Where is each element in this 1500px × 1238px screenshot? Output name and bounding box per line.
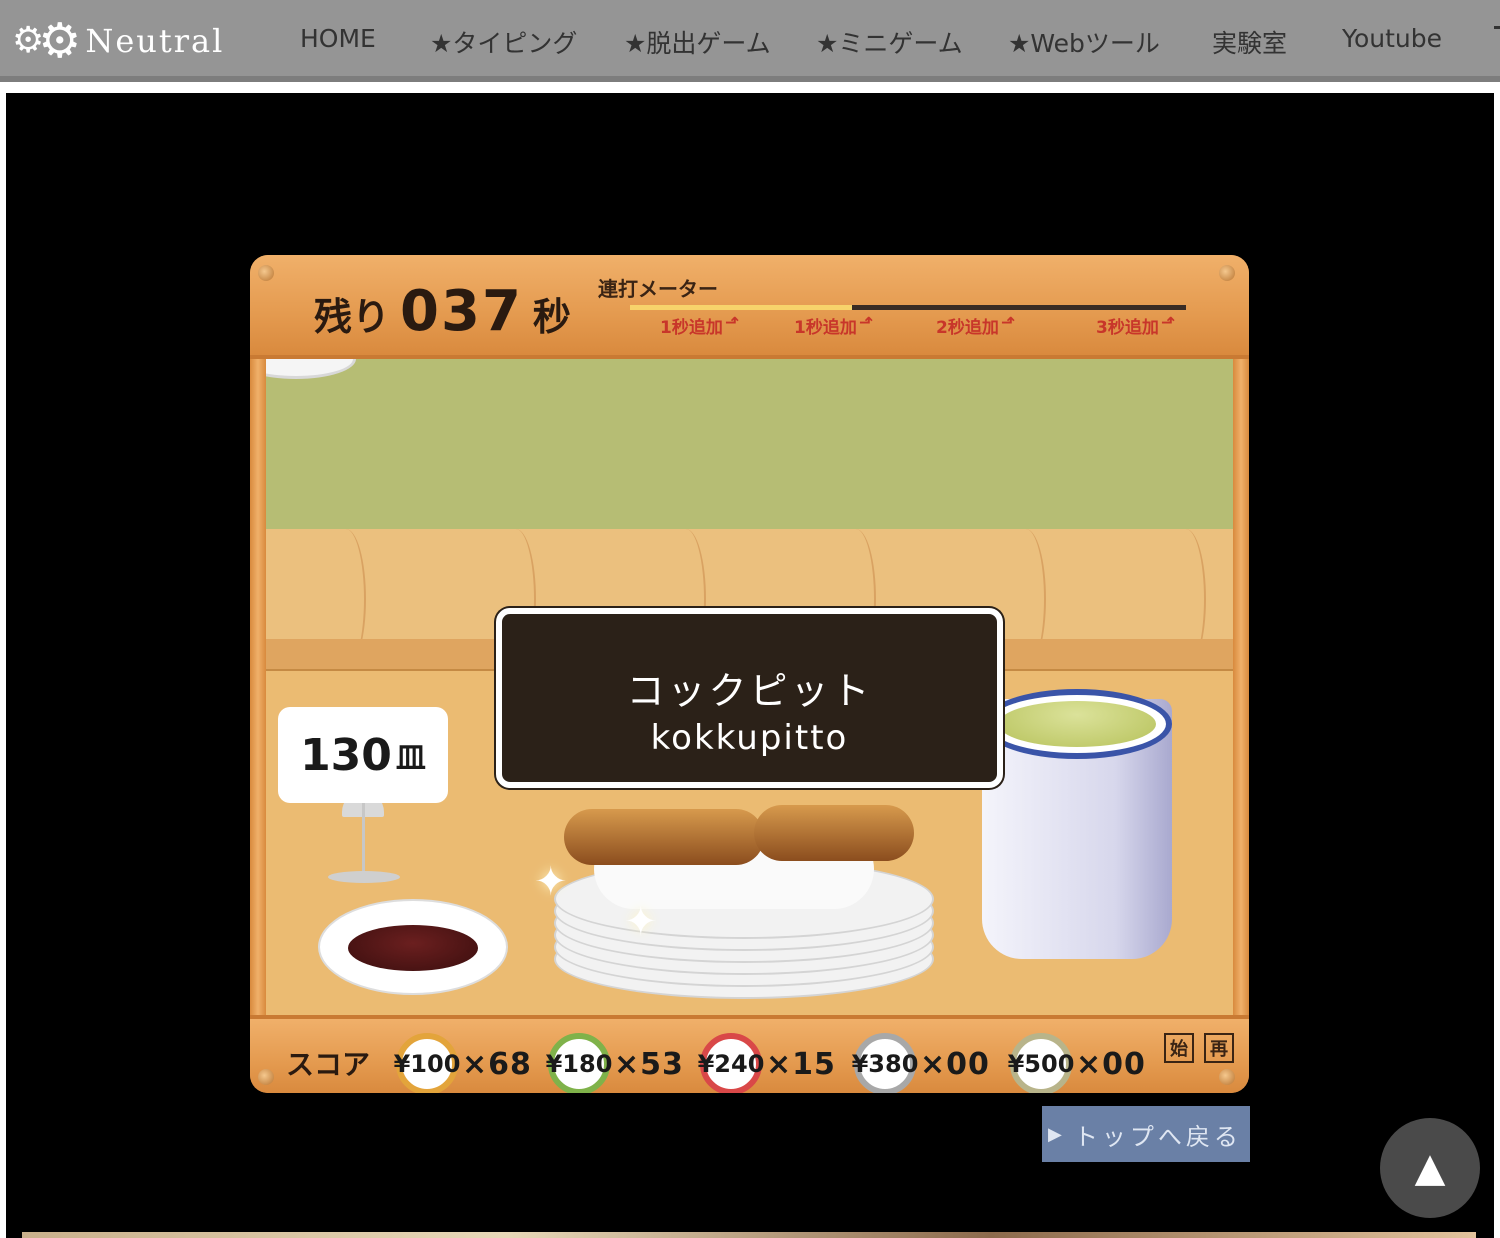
combo-mark: 1秒追加 ⬏ <box>660 313 740 338</box>
plate-chip-380: ¥380 <box>852 1033 918 1093</box>
restart-stamp-button[interactable]: 再 <box>1204 1033 1234 1063</box>
combo-mark: 3秒追加 ⬏ <box>1096 313 1176 338</box>
plate-chip-180: ¥180 <box>546 1033 612 1093</box>
nail-icon <box>1219 1069 1235 1085</box>
combo-meter-fill <box>630 305 853 310</box>
nav-overflow-indicator <box>1494 26 1500 54</box>
plate-stack: ✦ ✦ <box>534 789 934 999</box>
combo-mark: 2秒追加 ⬏ <box>936 313 1016 338</box>
nav-item-mini-game[interactable]: ★ミニゲーム <box>816 24 963 60</box>
plate-count-380: ×00 <box>920 1046 990 1082</box>
nav-list: HOME ★タイピング ★脱出ゲーム ★ミニゲーム ★Webツール 実験室 Yo… <box>0 0 1500 82</box>
wood-post-right <box>1233 359 1249 1015</box>
score-item-500: ¥500 ×00 <box>1008 1033 1146 1093</box>
combo-meter-track <box>630 305 1186 310</box>
time-prefix: 残り <box>314 294 391 339</box>
scene-wall <box>266 359 1233 529</box>
plate-chip-500: ¥500 <box>1008 1033 1074 1093</box>
game-header-bar: 残り 037 秒 連打メーター 1秒追加 ⬏ 1秒追加 ⬏ 2秒追加 ⬏ 3秒追加 ⬏ <box>250 255 1249 359</box>
sparkle-icon: ✦ <box>624 899 658 945</box>
score-item-380: ¥380 ×00 <box>852 1033 990 1093</box>
sparkle-icon: ✦ <box>534 859 568 905</box>
arrow-up-icon: ⬏ <box>724 313 740 333</box>
arrow-up-icon: ⬏ <box>858 313 874 333</box>
eel-sushi <box>564 809 764 865</box>
back-to-top-button[interactable]: ▶ トップへ戻る <box>1042 1106 1250 1162</box>
plate-count-unit: 皿 <box>395 741 426 776</box>
sign-stand-base <box>328 871 400 883</box>
nav-item-web-tools[interactable]: ★Webツール <box>1008 24 1160 60</box>
green-tea <box>998 701 1156 747</box>
combo-mark: 1秒追加 ⬏ <box>794 313 874 338</box>
arrow-up-icon: ▲ <box>1414 1145 1446 1191</box>
nail-icon <box>1219 265 1235 281</box>
plate-count-100: ×68 <box>462 1046 532 1082</box>
score-item-100: ¥100 ×68 <box>394 1033 532 1093</box>
nav-item-escape-game[interactable]: ★脱出ゲーム <box>624 24 771 60</box>
score-item-180: ¥180 ×53 <box>546 1033 684 1093</box>
play-triangle-icon: ▶ <box>1048 1123 1066 1145</box>
plate-chip-100: ¥100 <box>394 1033 460 1093</box>
nav-item-youtube[interactable]: Youtube <box>1342 24 1442 53</box>
time-value: 037 <box>400 279 523 344</box>
plate-count-value: 130 <box>300 729 392 781</box>
score-bar: スコア ¥100 ×68 ¥180 ×53 ¥240 ×15 ¥380 ×00 … <box>250 1015 1249 1093</box>
wood-post-left <box>250 359 266 1015</box>
nail-icon <box>258 265 274 281</box>
plate-count-240: ×15 <box>766 1046 836 1082</box>
top-navigation: ⚙ ⚙ Neutral HOME ★タイピング ★脱出ゲーム ★ミニゲーム ★W… <box>0 0 1500 82</box>
next-content-strip <box>22 1232 1476 1238</box>
nav-item-home[interactable]: HOME <box>300 24 376 53</box>
back-to-top-label: トップへ戻る <box>1073 1122 1242 1151</box>
prompt-kana: コックピット <box>626 669 873 713</box>
plate-chip-240: ¥240 <box>698 1033 764 1093</box>
time-remaining: 残り 037 秒 <box>314 279 571 344</box>
nav-item-lab[interactable]: 実験室 <box>1212 24 1287 60</box>
arrow-up-icon: ⬏ <box>1160 313 1176 333</box>
arrow-up-icon: ⬏ <box>1000 313 1016 333</box>
conveyor-plate <box>266 359 356 379</box>
soy-sauce <box>348 925 478 971</box>
typing-prompt: コックピット kokkupitto <box>496 608 1003 788</box>
scroll-to-top-button[interactable]: ▲ <box>1380 1118 1480 1218</box>
time-suffix: 秒 <box>532 294 571 339</box>
sign-stand-pole <box>362 803 365 877</box>
plate-count-sign: 130 皿 <box>278 707 448 803</box>
score-item-240: ¥240 ×15 <box>698 1033 836 1093</box>
eel-sushi <box>754 805 914 861</box>
combo-meter-label: 連打メーター <box>598 277 718 301</box>
score-label: スコア <box>286 1048 371 1081</box>
prompt-romaji: kokkupitto <box>650 718 849 758</box>
start-stamp-button[interactable]: 始 <box>1164 1033 1194 1063</box>
nail-icon <box>258 1069 274 1085</box>
plate-count-500: ×00 <box>1076 1046 1146 1082</box>
nav-item-typing[interactable]: ★タイピング <box>430 24 577 60</box>
plate-count-180: ×53 <box>614 1046 684 1082</box>
